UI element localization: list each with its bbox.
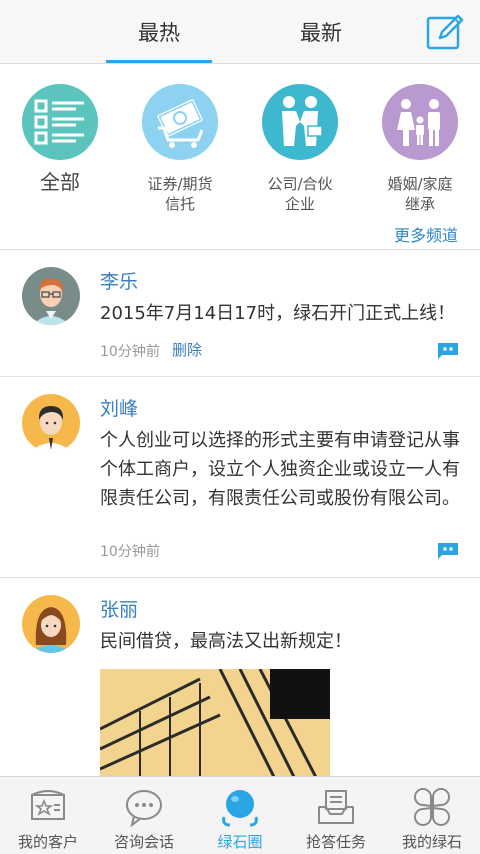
category-label-line1: 证券/期货: [147, 175, 213, 193]
category-family[interactable]: 婚姻/家庭 继承: [360, 84, 480, 214]
nav-my-green-stone[interactable]: 我的绿石: [384, 777, 480, 854]
post-time: 10分钟前: [100, 344, 160, 360]
nav-label: 我的绿石: [401, 833, 462, 851]
post-time: 10分钟前: [100, 544, 160, 560]
category-company[interactable]: 公司/合伙 企业: [240, 84, 360, 214]
bottom-nav: 我的客户 咨询会话 绿石圈 抢答任务 我的绿石: [0, 776, 480, 854]
more-channels-link[interactable]: 更多频道: [394, 222, 458, 246]
compose-icon[interactable]: [424, 10, 466, 52]
nav-label: 我的客户: [17, 833, 78, 851]
category-label-line2: 继承: [404, 195, 435, 213]
tab-new[interactable]: 最新: [268, 0, 374, 64]
category-label-line1: 公司/合伙: [267, 175, 333, 193]
nav-label: 绿石圈: [217, 833, 263, 851]
green-stone-circle-icon: [220, 787, 260, 827]
feed-post[interactable]: 李乐 2015年7月14日17时，绿石开门正式上线！ 10分钟前 删除: [0, 251, 480, 377]
category-securities[interactable]: 证券/期货 信托: [120, 84, 240, 214]
post-content: 民间借贷，最高法又出新规定！: [100, 631, 352, 652]
category-all[interactable]: 全部: [0, 84, 120, 192]
family-icon: [382, 84, 458, 160]
post-author[interactable]: 李乐: [100, 267, 138, 294]
avatar[interactable]: [22, 595, 80, 653]
task-inbox-icon: [316, 787, 356, 827]
feed-post[interactable]: 张丽 民间借贷，最高法又出新规定！: [0, 579, 480, 789]
category-label: 证券/期货 信托: [147, 174, 212, 214]
list-icon: [22, 84, 98, 160]
category-label-line1: 婚姻/家庭: [387, 175, 453, 193]
category-label-line2: 信托: [164, 195, 195, 213]
avatar[interactable]: [22, 394, 80, 452]
customer-card-icon: [28, 787, 68, 827]
post-author[interactable]: 刘峰: [100, 394, 138, 421]
category-panel: 全部 证券/期货 信托 公司/合伙 企业 婚姻/家庭 继承 更多频道: [0, 64, 480, 250]
chat-bubble-icon: [124, 787, 164, 828]
tab-hot[interactable]: 最热: [106, 0, 212, 64]
nav-my-customers[interactable]: 我的客户: [0, 777, 96, 854]
nav-consult-sessions[interactable]: 咨询会话: [96, 777, 192, 854]
money-cart-icon: [142, 84, 218, 160]
avatar[interactable]: [22, 267, 80, 325]
comment-icon[interactable]: [436, 541, 460, 559]
nav-green-stone-circle[interactable]: 绿石圈: [192, 777, 288, 854]
delete-link[interactable]: 删除: [172, 339, 202, 360]
post-content: 个人创业可以选择的形式主要有申请登记从事个体工商户，设立个人独资企业或设立一人有…: [100, 430, 460, 509]
comment-icon[interactable]: [436, 341, 460, 359]
nav-grab-tasks[interactable]: 抢答任务: [288, 777, 384, 854]
nav-label: 咨询会话: [113, 833, 174, 851]
feed-post[interactable]: 刘峰 个人创业可以选择的形式主要有申请登记从事个体工商户，设立个人独资企业或设立…: [0, 378, 480, 578]
top-tab-bar: 最热 最新: [0, 0, 480, 64]
handshake-icon: [262, 84, 338, 160]
active-tab-indicator: [106, 60, 212, 63]
category-label: 婚姻/家庭 继承: [387, 174, 452, 214]
post-author[interactable]: 张丽: [100, 595, 138, 622]
post-content: 2015年7月14日17时，绿石开门正式上线！: [100, 303, 456, 324]
post-image[interactable]: [100, 669, 330, 789]
category-label-line2: 企业: [284, 195, 315, 213]
clover-icon: [412, 787, 452, 827]
category-label: 公司/合伙 企业: [267, 174, 332, 214]
nav-label: 抢答任务: [305, 833, 366, 851]
category-label: 全部: [40, 170, 80, 194]
